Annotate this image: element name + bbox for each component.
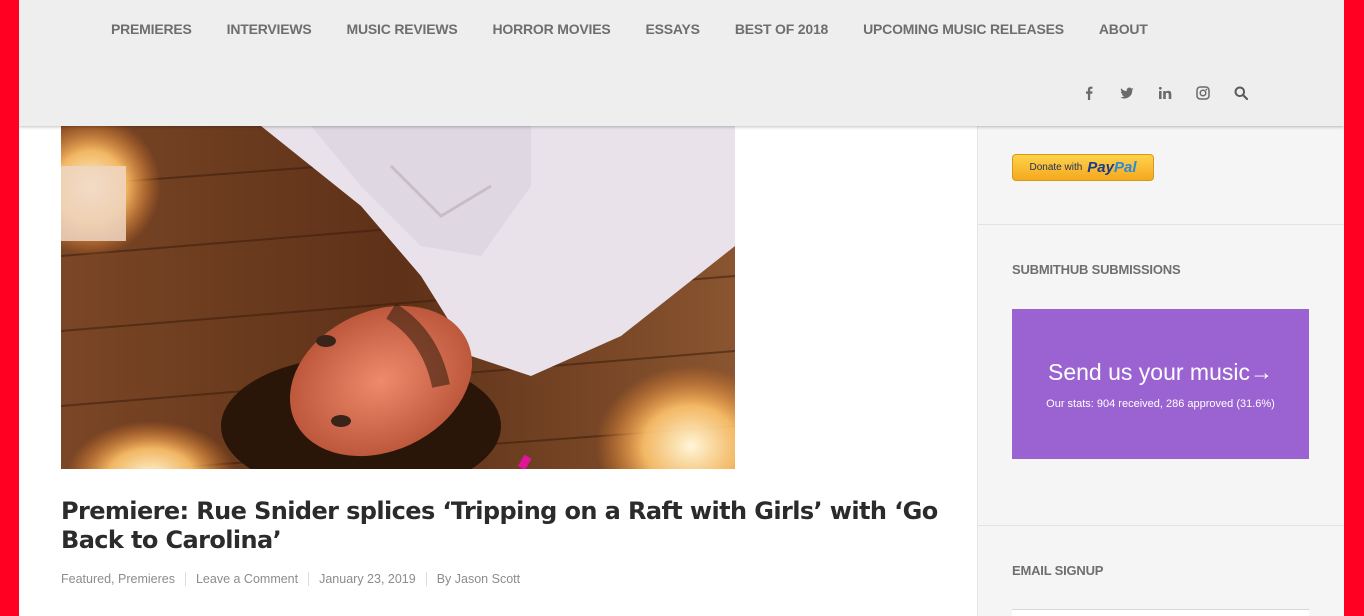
site-header: PREMIERES INTERVIEWS MUSIC REVIEWS HORRO…	[19, 0, 1344, 126]
widget-divider	[978, 525, 1344, 526]
email-signup-title: EMAIL SIGNUP	[1012, 563, 1104, 578]
page: PREMIERES INTERVIEWS MUSIC REVIEWS HORRO…	[19, 0, 1344, 616]
sidebar: Donate with PayPal SUBMITHUB SUBMISSIONS…	[977, 126, 1344, 616]
post-categories: Featured, Premieres	[61, 572, 185, 586]
category-link-featured[interactable]: Featured	[61, 572, 111, 586]
linkedin-icon[interactable]	[1156, 84, 1174, 102]
submithub-cta: Send us your music→	[1048, 359, 1273, 385]
paypal-prefix: Donate with	[1029, 162, 1083, 173]
category-separator: ,	[111, 572, 115, 586]
post-meta: Featured, Premieres Leave a Comment Janu…	[61, 572, 530, 586]
featured-image-photo	[61, 126, 735, 469]
twitter-icon[interactable]	[1118, 84, 1136, 102]
submithub-submit-button[interactable]: Send us your music→ Our stats: 904 recei…	[1012, 309, 1309, 459]
search-icon[interactable]	[1232, 84, 1250, 102]
nav-item-upcoming-music-releases[interactable]: UPCOMING MUSIC RELEASES	[863, 21, 1064, 37]
nav-item-essays[interactable]: ESSAYS	[645, 21, 700, 37]
email-signup-input[interactable]	[1012, 609, 1309, 616]
leave-comment-link[interactable]: Leave a Comment	[196, 572, 298, 586]
nav-item-best-of-2018[interactable]: BEST OF 2018	[735, 21, 829, 37]
widget-divider	[978, 224, 1344, 225]
instagram-icon[interactable]	[1194, 84, 1212, 102]
paypal-donate-button[interactable]: Donate with PayPal	[1012, 154, 1154, 181]
nav-item-premieres[interactable]: PREMIERES	[111, 21, 192, 37]
category-link-premieres[interactable]: Premieres	[118, 572, 175, 586]
main-content: Premiere: Rue Snider splices ‘Tripping o…	[19, 126, 977, 616]
post-author[interactable]: By Jason Scott	[425, 572, 530, 586]
submithub-title: SUBMITHUB SUBMISSIONS	[1012, 262, 1181, 277]
social-links	[1060, 84, 1250, 102]
comment-link-wrap: Leave a Comment	[184, 572, 308, 586]
nav-item-music-reviews[interactable]: MUSIC REVIEWS	[347, 21, 458, 37]
nav-item-interviews[interactable]: INTERVIEWS	[227, 21, 312, 37]
featured-image[interactable]	[61, 126, 735, 469]
nav-item-about[interactable]: ABOUT	[1099, 21, 1148, 37]
paypal-logo: PayPal	[1087, 159, 1137, 176]
main-nav: PREMIERES INTERVIEWS MUSIC REVIEWS HORRO…	[111, 21, 1183, 37]
post-date: January 23, 2019	[308, 572, 426, 586]
post-title[interactable]: Premiere: Rue Snider splices ‘Tripping o…	[61, 497, 941, 555]
nav-item-horror-movies[interactable]: HORROR MOVIES	[493, 21, 611, 37]
facebook-icon[interactable]	[1080, 84, 1098, 102]
submithub-stats: Our stats: 904 received, 286 approved (3…	[1046, 398, 1275, 410]
